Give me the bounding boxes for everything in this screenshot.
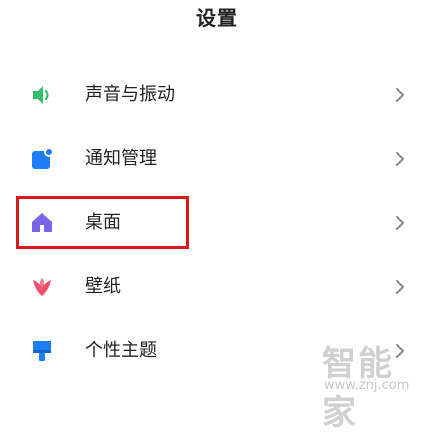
settings-item-wallpaper[interactable]: 壁纸	[0, 254, 434, 318]
settings-item-label: 个性主题	[85, 340, 157, 361]
chevron-right-icon	[392, 214, 408, 232]
paint-brush-icon	[30, 339, 54, 363]
chevron-right-icon	[392, 150, 408, 168]
settings-item-sound-vibration[interactable]: 声音与振动	[0, 62, 434, 126]
settings-item-label: 声音与振动	[85, 84, 175, 105]
settings-item-label: 壁纸	[85, 276, 121, 297]
settings-item-label: 通知管理	[85, 148, 157, 169]
settings-item-notifications[interactable]: 通知管理	[0, 126, 434, 190]
speaker-icon	[30, 83, 54, 107]
settings-item-themes[interactable]: 个性主题	[0, 318, 434, 382]
settings-item-desktop[interactable]: 桌面	[0, 190, 434, 254]
chevron-right-icon	[392, 342, 408, 360]
chevron-right-icon	[392, 86, 408, 104]
flower-icon	[30, 275, 54, 299]
settings-item-label: 桌面	[85, 212, 121, 233]
home-icon	[30, 211, 54, 235]
chevron-right-icon	[392, 278, 408, 296]
page-title: 设置	[196, 6, 238, 30]
settings-list: 声音与振动 通知管理 桌面 壁纸 个性主题	[0, 62, 434, 382]
notification-icon	[30, 147, 54, 171]
